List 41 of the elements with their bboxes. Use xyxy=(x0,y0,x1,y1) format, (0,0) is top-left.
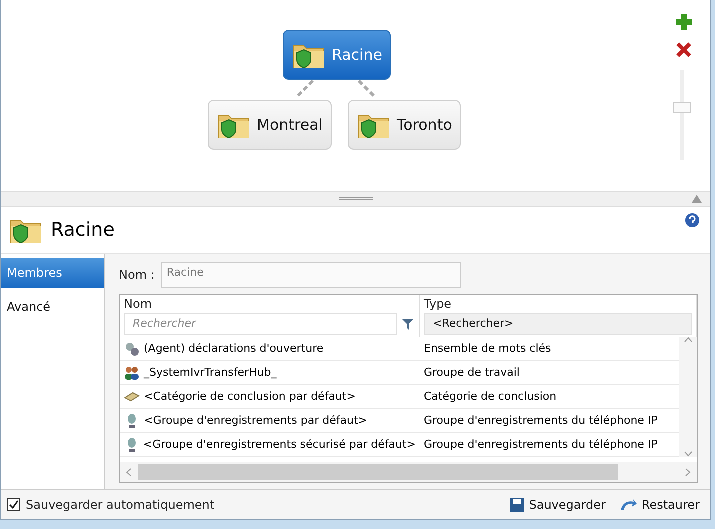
nav-tab[interactable]: Avancé xyxy=(1,292,104,322)
search-field[interactable]: Rechercher xyxy=(124,313,397,335)
column-header: Type xyxy=(424,297,453,311)
table-cell: (Agent) déclarations d'ouverture xyxy=(120,337,420,361)
table-cell: <Catégorie de conclusion par défaut> xyxy=(120,385,420,409)
grip-icon xyxy=(338,197,372,201)
help-icon[interactable] xyxy=(685,213,700,228)
search-field[interactable]: <Rechercher> xyxy=(424,313,692,335)
keys-icon xyxy=(124,340,140,356)
table-cell: Groupe de travail xyxy=(420,361,679,385)
scroll-left-icon[interactable] xyxy=(126,468,132,476)
diagram-node[interactable]: Toronto xyxy=(348,100,462,150)
scroll-down-icon[interactable] xyxy=(684,451,692,457)
table-cell: Groupe d'enregistrements du téléphone IP xyxy=(420,409,679,433)
name-label: Nom : xyxy=(119,268,155,282)
column-header: Nom xyxy=(124,297,154,311)
table-cell: <Groupe d'enregistrements sécurisé par défaut> xyxy=(120,433,420,457)
slider-thumb[interactable] xyxy=(673,102,691,113)
arrow-icon xyxy=(620,498,638,512)
filter-icon[interactable] xyxy=(401,317,415,331)
diagram-node[interactable]: Montreal xyxy=(208,100,332,150)
people-icon xyxy=(124,364,140,380)
close-icon[interactable] xyxy=(676,42,692,58)
table-cell: Ensemble de mots clés xyxy=(420,337,679,361)
table-cell: _SystemIvrTransferHub_ xyxy=(120,361,420,385)
nav-tab[interactable]: Membres xyxy=(1,258,104,288)
add-icon[interactable] xyxy=(676,14,692,30)
autosave-label: Sauvegarder automatiquement xyxy=(26,498,215,512)
table-cell: Catégorie de conclusion xyxy=(420,385,679,409)
scroll-up-icon[interactable] xyxy=(684,337,692,343)
diagram-node[interactable]: Racine xyxy=(283,30,392,80)
table-cell: Groupe d'enregistrements du téléphone IP xyxy=(420,433,679,457)
autosave-checkbox[interactable] xyxy=(7,498,20,511)
scroll-right-icon[interactable] xyxy=(685,468,691,476)
panel-title: Racine xyxy=(51,219,115,241)
collapse-icon[interactable] xyxy=(692,195,702,203)
name-field[interactable]: Racine xyxy=(160,262,461,288)
table-cell: <Groupe d'enregistrements par défaut> xyxy=(120,409,420,433)
floppy-icon xyxy=(509,496,526,512)
save-button[interactable]: Sauvegarder xyxy=(505,496,610,512)
restore-button[interactable]: Restaurer xyxy=(616,498,704,512)
